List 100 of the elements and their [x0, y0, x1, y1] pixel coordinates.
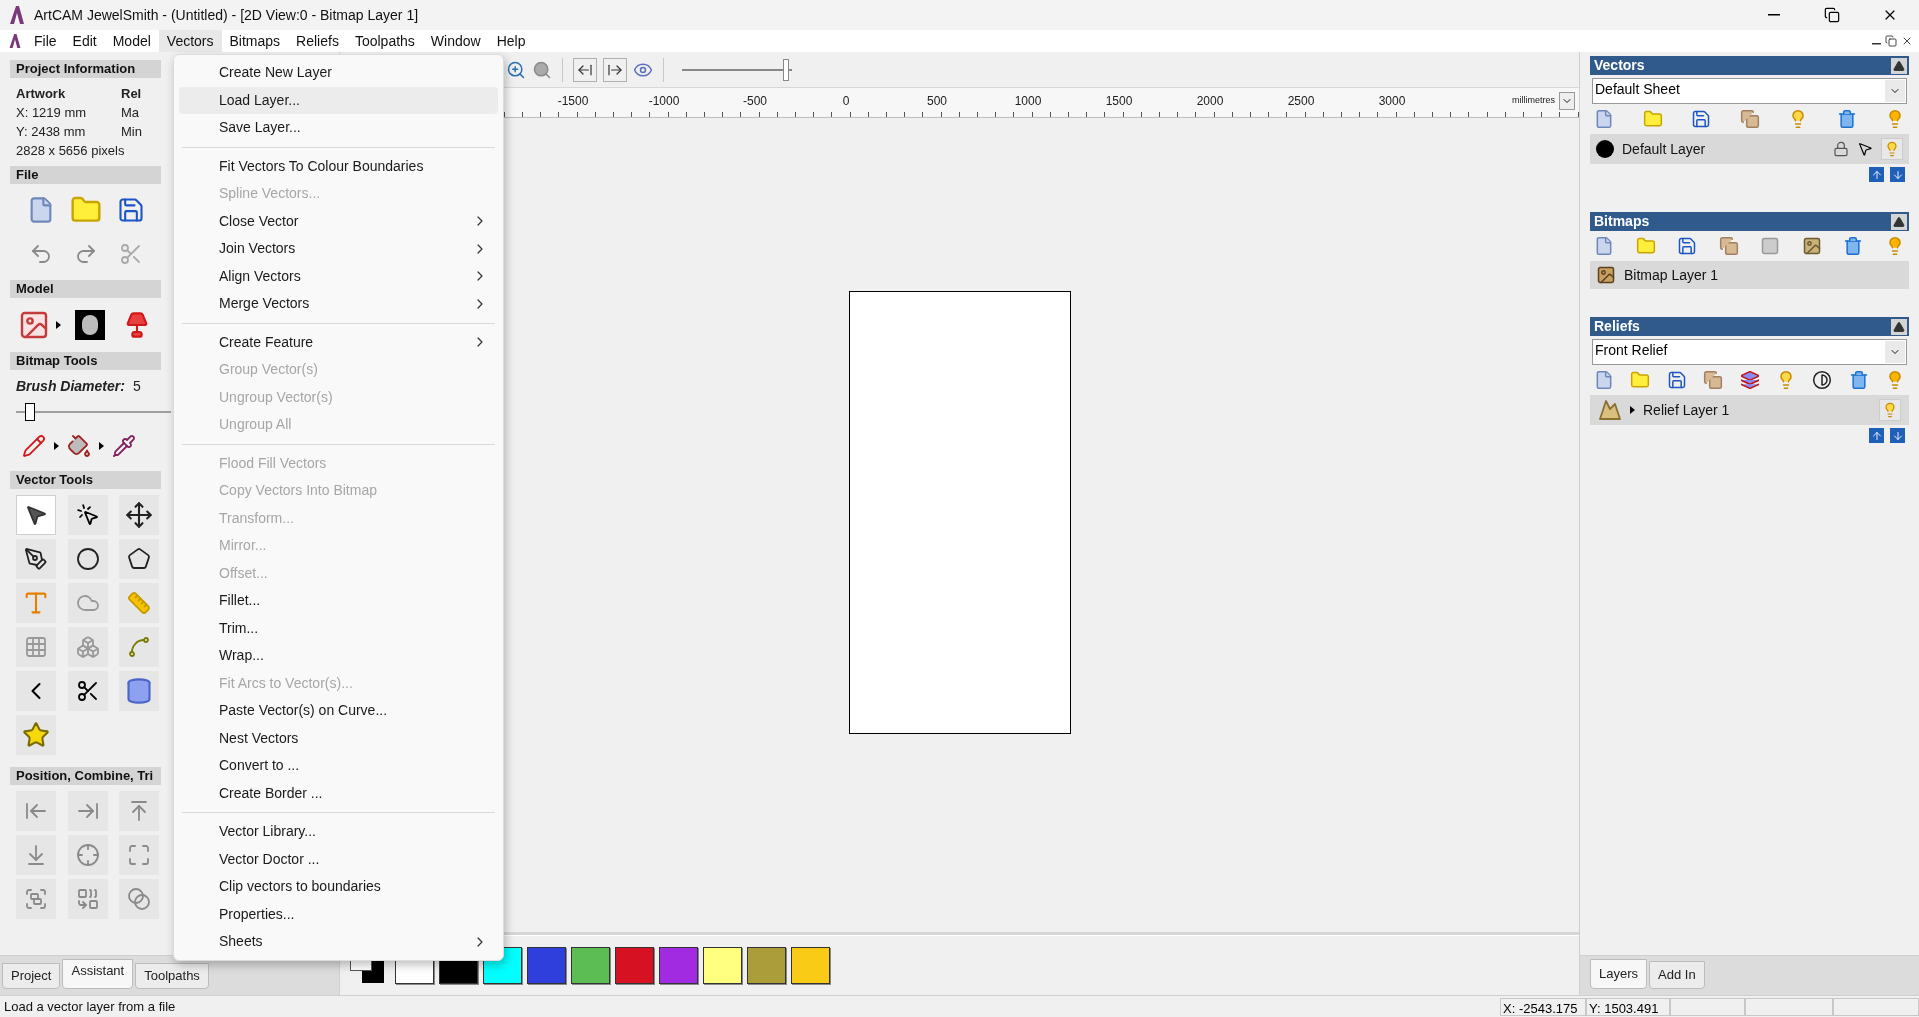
- move-up-button[interactable]: [1869, 167, 1884, 182]
- layers-icon[interactable]: [1739, 370, 1760, 390]
- file-icon[interactable]: [1594, 109, 1614, 129]
- menu-bar-item[interactable]: Model: [104, 30, 159, 52]
- pointer-icon[interactable]: [1857, 141, 1873, 157]
- menu-bar-item[interactable]: Edit: [64, 30, 105, 52]
- slider-thumb[interactable]: [24, 403, 35, 421]
- group-icon[interactable]: [24, 887, 48, 911]
- menu-item[interactable]: Vector Doctor ...: [179, 845, 498, 873]
- panel-tab[interactable]: Toolpaths: [135, 963, 209, 989]
- colour-swatch[interactable]: [659, 947, 698, 984]
- menu-item[interactable]: Clip vectors to boundaries: [179, 873, 498, 901]
- toolbar-button[interactable]: [573, 57, 597, 82]
- folder-icon[interactable]: [1630, 370, 1651, 390]
- scissors-icon[interactable]: [118, 242, 143, 266]
- caret-icon[interactable]: [56, 321, 61, 329]
- menu-item[interactable]: Merge Vectors: [179, 290, 498, 318]
- collapse-button[interactable]: [1891, 57, 1907, 74]
- brush-slider[interactable]: [16, 403, 171, 421]
- sheet-dropdown[interactable]: Front Relief: [1592, 339, 1907, 365]
- menu-item[interactable]: Fit Vectors To Colour Boundaries: [179, 152, 498, 180]
- tool-button[interactable]: [67, 671, 108, 711]
- colour-swatch[interactable]: [703, 947, 742, 984]
- pipette-icon[interactable]: [112, 434, 136, 458]
- zoom-slider[interactable]: [682, 58, 792, 81]
- visibility-button[interactable]: [1879, 399, 1901, 421]
- panel-header[interactable]: Reliefs: [1590, 317, 1909, 336]
- colour-swatch[interactable]: [527, 947, 566, 984]
- slider-thumb[interactable]: [782, 58, 789, 81]
- folder-icon[interactable]: [1642, 109, 1663, 129]
- center-icon[interactable]: [75, 843, 100, 867]
- minimize-icon[interactable]: [1872, 43, 1881, 45]
- move-down-button[interactable]: [1890, 428, 1905, 443]
- menu-bar-item[interactable]: Reliefs: [288, 30, 347, 52]
- zoom-icon[interactable]: [506, 59, 526, 80]
- menu-bar-item[interactable]: File: [26, 30, 65, 52]
- pencil-icon[interactable]: [22, 434, 46, 458]
- move-down-button[interactable]: [1890, 167, 1905, 182]
- menu-item[interactable]: Close Vector: [179, 207, 498, 235]
- copy-icon[interactable]: [1739, 109, 1760, 129]
- menu-bar-item[interactable]: Toolpaths: [346, 30, 423, 52]
- sheet-dropdown[interactable]: Default Sheet: [1592, 78, 1907, 104]
- panel-tab[interactable]: Add In: [1649, 961, 1705, 989]
- move-up-button[interactable]: [1869, 428, 1884, 443]
- caret-icon[interactable]: [54, 442, 59, 450]
- menu-item[interactable]: Save Layer...: [179, 114, 498, 142]
- menu-item[interactable]: Fillet...: [179, 587, 498, 615]
- tool-button[interactable]: [119, 495, 160, 535]
- expand-icon[interactable]: [127, 843, 152, 867]
- menu-item[interactable]: Wrap...: [179, 642, 498, 670]
- menu-item[interactable]: Create Border ...: [179, 779, 498, 807]
- save-icon[interactable]: [1666, 370, 1687, 390]
- blend-icon[interactable]: [127, 887, 152, 911]
- menu-item[interactable]: Paste Vector(s) on Curve...: [179, 697, 498, 725]
- caret-icon[interactable]: [1630, 406, 1635, 414]
- menu-item[interactable]: Create New Layer: [179, 59, 498, 87]
- copy-icon[interactable]: [1703, 370, 1724, 390]
- panel-tab[interactable]: Assistant: [62, 959, 134, 989]
- colour-swatch[interactable]: [615, 947, 654, 984]
- section-header[interactable]: Project Information: [10, 60, 161, 78]
- section-header[interactable]: Position, Combine, Tri: [10, 767, 161, 785]
- menu-item[interactable]: Load Layer...: [179, 86, 498, 114]
- square-icon[interactable]: [1760, 236, 1781, 256]
- copy-icon[interactable]: [1718, 236, 1739, 256]
- layer-row[interactable]: Default Layer: [1590, 134, 1909, 164]
- trash-icon[interactable]: [1843, 236, 1864, 256]
- file-icon[interactable]: [1594, 370, 1614, 390]
- grayscale-image-icon[interactable]: [75, 310, 105, 340]
- menu-item[interactable]: Join Vectors: [179, 235, 498, 263]
- lock-icon[interactable]: [1833, 141, 1849, 157]
- layer-row[interactable]: Bitmap Layer 1: [1590, 261, 1909, 289]
- image-icon[interactable]: [18, 309, 50, 341]
- tool-button[interactable]: [119, 539, 160, 579]
- paint-bucket-icon[interactable]: [67, 434, 91, 458]
- menu-item[interactable]: Trim...: [179, 614, 498, 642]
- image-icon[interactable]: [1801, 236, 1822, 256]
- panel-header[interactable]: Vectors: [1590, 56, 1909, 75]
- section-header[interactable]: Model: [10, 280, 161, 298]
- menu-item[interactable]: Convert to ...: [179, 752, 498, 780]
- unit-dropdown[interactable]: [1559, 92, 1575, 110]
- colour-swatch[interactable]: [791, 947, 830, 984]
- visibility-button[interactable]: [1881, 138, 1903, 160]
- trash-icon[interactable]: [1848, 370, 1869, 390]
- layer-row[interactable]: Relief Layer 1: [1590, 395, 1909, 425]
- save-icon[interactable]: [1677, 236, 1698, 256]
- save-icon[interactable]: [116, 196, 145, 224]
- tool-button[interactable]: [16, 539, 56, 579]
- tool-button[interactable]: [16, 495, 56, 535]
- file-icon[interactable]: [1594, 236, 1614, 256]
- image-icon[interactable]: [1596, 265, 1616, 285]
- collapse-button[interactable]: [1891, 213, 1907, 230]
- menu-bar-item[interactable]: Vectors: [158, 30, 222, 52]
- menu-item[interactable]: Nest Vectors: [179, 724, 498, 752]
- menu-item[interactable]: Sheets: [179, 928, 498, 956]
- menu-item[interactable]: Align Vectors: [179, 262, 498, 290]
- restore-icon[interactable]: [1885, 35, 1897, 47]
- section-header[interactable]: Vector Tools: [10, 471, 161, 489]
- tool-button[interactable]: [67, 539, 108, 579]
- colour-swatch[interactable]: [747, 947, 786, 984]
- combine-icon[interactable]: [75, 887, 100, 911]
